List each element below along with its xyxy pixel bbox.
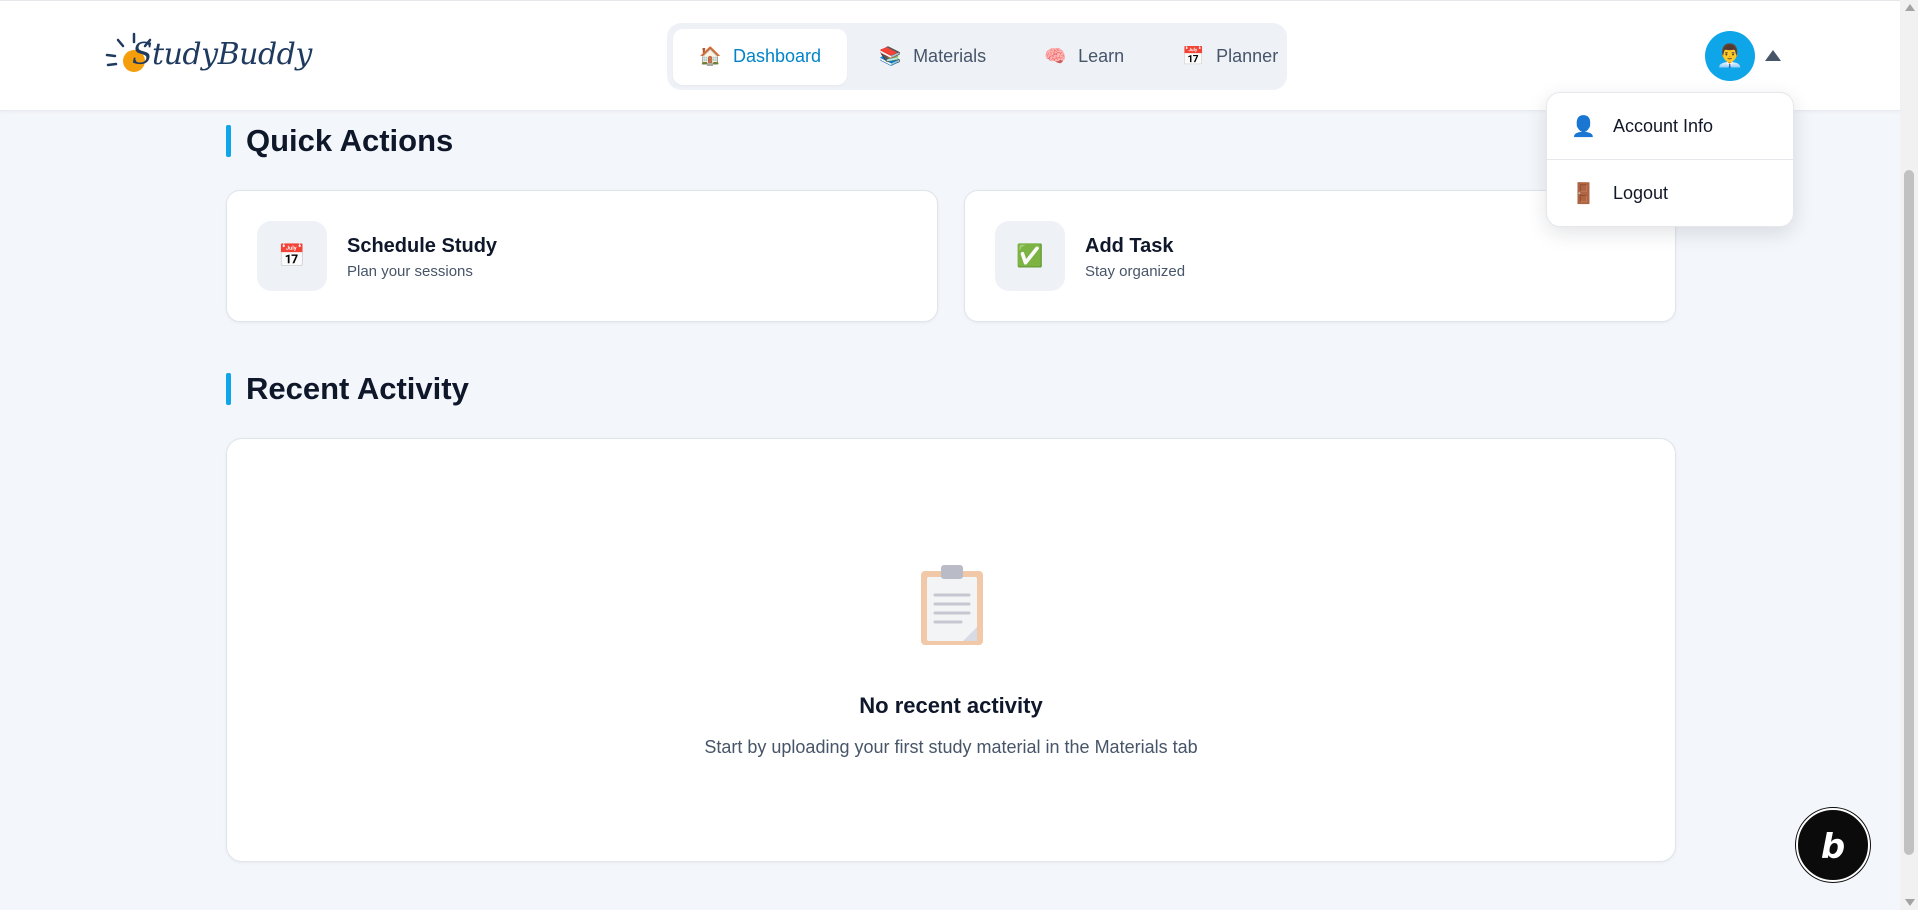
empty-state-title: No recent activity: [859, 693, 1043, 718]
page-scrollbar[interactable]: [1900, 0, 1918, 910]
recent-activity-card: No recent activity Start by uploading yo…: [226, 438, 1676, 862]
nav-dashboard-label: Dashboard: [733, 46, 822, 66]
logo-text[interactable]: StudyBuddy: [132, 37, 312, 72]
clipboard-icon: [921, 565, 983, 645]
caret-up-icon[interactable]: [1765, 50, 1781, 61]
recent-activity-heading: Recent Activity: [226, 371, 469, 407]
account-info-label: Account Info: [1613, 115, 1714, 136]
nav-planner-label: Planner: [1216, 46, 1279, 66]
empty-state-subtitle: Start by uploading your first study mate…: [704, 737, 1198, 757]
nav-learn-label: Learn: [1078, 46, 1125, 66]
add-task-subtitle: Stay organized: [1085, 263, 1186, 280]
books-icon: 📚: [879, 46, 902, 66]
check-icon: ✅: [995, 221, 1065, 291]
scroll-up-arrow-icon[interactable]: [1905, 4, 1915, 11]
nav-dashboard[interactable]: 🏠 Dashboard: [673, 28, 848, 85]
quick-actions-heading: Quick Actions: [226, 123, 453, 159]
main-nav: 🏠 Dashboard 📚 Materials 🧠 Learn 📅 Planne…: [667, 23, 1287, 90]
add-task-title: Add Task: [1085, 235, 1174, 257]
calendar-icon: 📅: [1182, 46, 1205, 66]
user-avatar-button[interactable]: 👨‍💼: [1705, 31, 1755, 81]
businessman-icon: 👨‍💼: [1716, 43, 1744, 68]
logout-label: Logout: [1613, 183, 1669, 203]
nav-materials[interactable]: 📚 Materials: [853, 29, 1012, 85]
scroll-down-arrow-icon[interactable]: [1905, 899, 1915, 906]
bolt-logo-icon: b: [1820, 827, 1846, 867]
nav-learn[interactable]: 🧠 Learn: [1018, 29, 1150, 85]
schedule-study-subtitle: Plan your sessions: [347, 263, 473, 280]
account-dropdown: 👤 Account Info 🚪 Logout: [1546, 92, 1794, 227]
account-info-item[interactable]: 👤 Account Info: [1547, 93, 1793, 159]
calendar-icon: 📅: [257, 221, 327, 291]
logout-item[interactable]: 🚪 Logout: [1547, 159, 1793, 227]
scroll-thumb[interactable]: [1904, 170, 1914, 855]
home-icon: 🏠: [699, 46, 722, 66]
bolt-badge[interactable]: b: [1796, 808, 1870, 882]
schedule-study-card[interactable]: 📅 Schedule Study Plan your sessions: [226, 190, 938, 322]
nav-planner[interactable]: 📅 Planner: [1156, 29, 1304, 85]
brain-icon: 🧠: [1044, 46, 1067, 66]
door-icon: 🚪: [1571, 183, 1596, 205]
schedule-study-title: Schedule Study: [347, 235, 498, 257]
nav-materials-label: Materials: [913, 46, 987, 66]
user-icon: 👤: [1571, 115, 1596, 138]
